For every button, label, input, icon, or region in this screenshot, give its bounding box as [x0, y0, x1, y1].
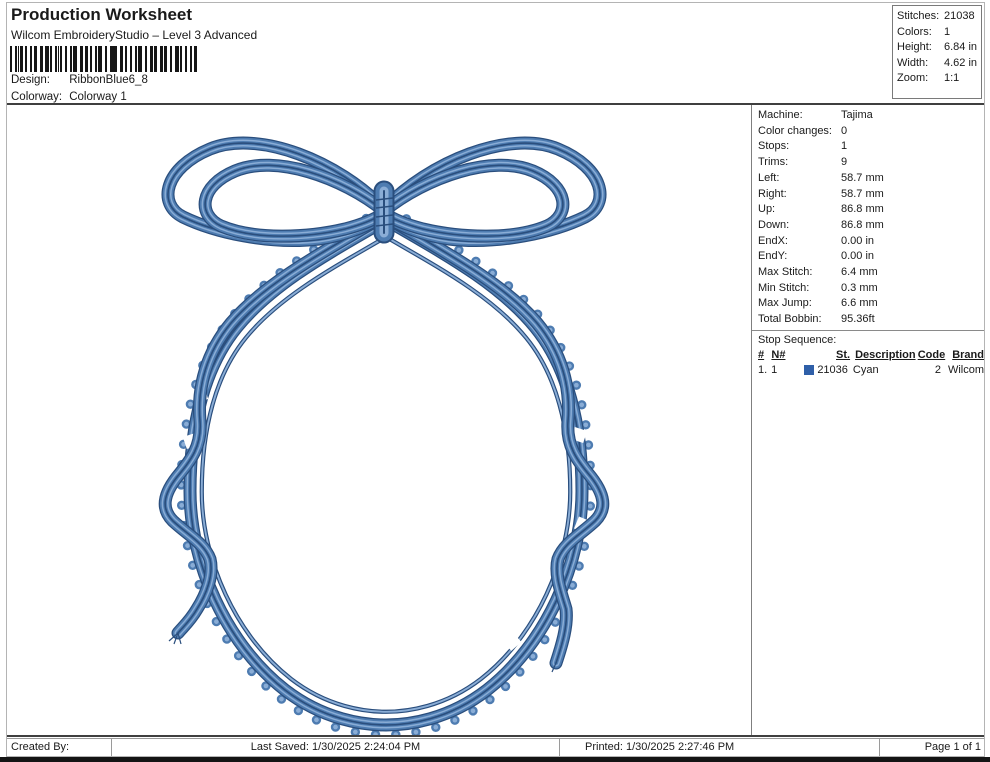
thread-color-swatch	[804, 365, 814, 375]
barcode-icon	[10, 46, 197, 72]
machine-kv-list: Machine:Tajima Color changes:0 Stops:1 T…	[752, 105, 984, 328]
col-header-brand: Brand	[945, 348, 984, 363]
stat-colors: Colors:1	[897, 25, 981, 41]
kv-trims: Trims:9	[758, 155, 984, 171]
colorway-value: Colorway 1	[69, 91, 127, 103]
kv-down: Down:86.8 mm	[758, 218, 984, 234]
footer-last-saved: Last Saved: 1/30/2025 2:24:04 PM	[111, 739, 559, 756]
stop-sequence-title: Stop Sequence:	[752, 331, 984, 348]
stop-sequence-table: # N# St. Description Code Brand 1. 1 210…	[752, 348, 984, 378]
kv-min-stitch: Min Stitch:0.3 mm	[758, 281, 984, 297]
design-value: RibbonBlue6_8	[69, 74, 148, 86]
footer-divider	[7, 735, 984, 737]
colorway-label: Colorway:	[11, 91, 66, 103]
stop-sequence-row: 1. 1 21036 Cyan 2 Wilcom	[758, 363, 984, 378]
col-header-st: St.	[789, 348, 850, 363]
kv-up: Up:86.8 mm	[758, 202, 984, 218]
kv-endy: EndY:0.00 in	[758, 249, 984, 265]
col-header-num: #	[758, 348, 771, 363]
col-header-code: Code	[916, 348, 945, 363]
col-header-nnum: N#	[771, 348, 788, 363]
ribbon-tail-right	[389, 219, 603, 663]
thread-code: 2	[913, 363, 941, 378]
kv-total-bobbin: Total Bobbin:95.36ft	[758, 312, 984, 328]
software-subtitle: Wilcom EmbroideryStudio – Level 3 Advanc…	[11, 28, 257, 42]
summary-stats-box: Stitches:21038 Colors:1 Height:6.84 in W…	[892, 5, 982, 99]
page-title: Production Worksheet	[11, 5, 192, 25]
trim-gaps	[189, 389, 585, 646]
stat-zoom: Zoom:1:1	[897, 71, 981, 87]
stitch-count: 21036	[817, 363, 848, 378]
worksheet-page: Production Worksheet Wilcom EmbroiderySt…	[6, 2, 985, 757]
kv-left: Left:58.7 mm	[758, 171, 984, 187]
thread-description: Cyan	[848, 363, 913, 378]
col-header-description: Description	[850, 348, 916, 363]
kv-machine: Machine:Tajima	[758, 108, 984, 124]
stat-width: Width:4.62 in	[897, 56, 981, 72]
colorway-row: Colorway: Colorway 1	[11, 91, 127, 103]
kv-endx: EndX:0.00 in	[758, 234, 984, 250]
bow-loop-left-inner	[205, 165, 384, 236]
stop-sequence-header-row: # N# St. Description Code Brand	[758, 348, 984, 363]
kv-max-stitch: Max Stitch:6.4 mm	[758, 265, 984, 281]
design-preview-image	[7, 105, 751, 736]
footer-page-number: Page 1 of 1	[879, 739, 984, 756]
machine-info-panel: Machine:Tajima Color changes:0 Stops:1 T…	[752, 105, 984, 735]
footer-bar: Created By: Last Saved: 1/30/2025 2:24:0…	[7, 738, 984, 756]
footer-printed: Printed: 1/30/2025 2:27:46 PM	[559, 739, 879, 756]
kv-right: Right:58.7 mm	[758, 187, 984, 203]
window-bottom-edge	[0, 757, 990, 762]
footer-created-by: Created By:	[7, 739, 111, 756]
thread-brand: Wilcom	[941, 363, 984, 378]
stat-stitches: Stitches:21038	[897, 9, 981, 25]
design-name-row: Design: RibbonBlue6_8	[11, 74, 148, 86]
kv-max-jump: Max Jump:6.6 mm	[758, 296, 984, 312]
bow-loop-right-inner	[384, 165, 563, 236]
kv-stops: Stops:1	[758, 139, 984, 155]
stat-height: Height:6.84 in	[897, 40, 981, 56]
design-label: Design:	[11, 74, 66, 86]
kv-color-changes: Color changes:0	[758, 124, 984, 140]
bow-knot	[376, 191, 393, 233]
design-preview-area	[7, 105, 751, 736]
